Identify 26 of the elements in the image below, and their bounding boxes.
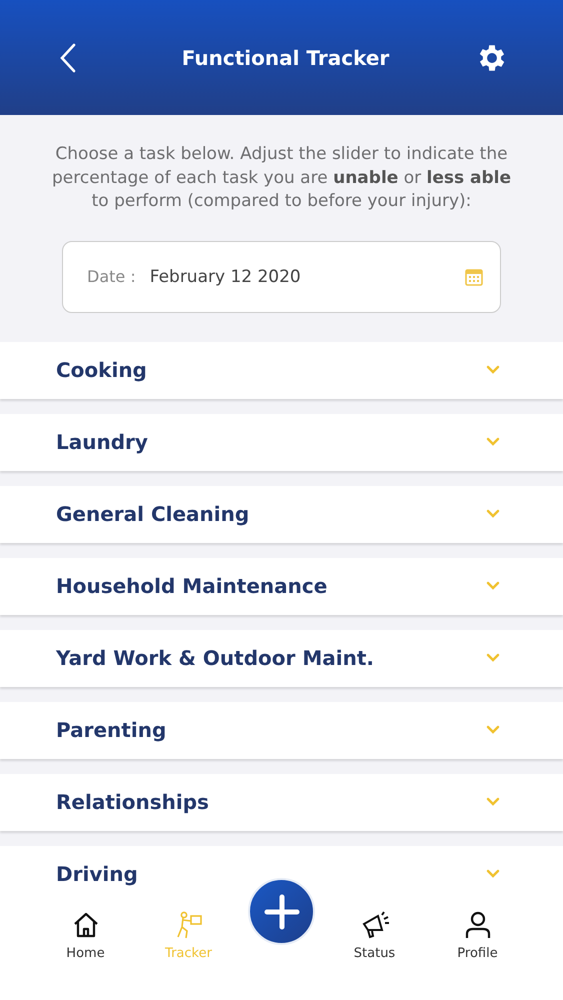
instructions-text: Choose a task below. Adjust the slider to indicate the percentage of each task you are unable or less able to perform (compared to before your injury): <box>50 143 512 213</box>
task-row[interactable]: Relationships <box>0 774 563 830</box>
task-row[interactable]: Driving <box>0 846 563 902</box>
chevron-icon <box>486 653 500 663</box>
task-row[interactable]: Yard Work & Outdoor Maint. <box>0 630 563 686</box>
megaphone-icon <box>360 910 390 940</box>
chevron-icon <box>486 797 500 807</box>
chevron-icon <box>486 365 500 375</box>
date-field[interactable]: Date : February 12 2020 <box>62 240 501 312</box>
task-row[interactable]: General Cleaning <box>0 486 563 542</box>
task-row[interactable]: Household Maintenance <box>0 558 563 614</box>
chevron-icon <box>486 509 500 519</box>
task-row[interactable]: Cooking <box>0 342 563 398</box>
calendar-icon <box>464 266 484 286</box>
chevron-icon <box>486 725 500 735</box>
plus-icon <box>264 894 300 930</box>
chevron-icon <box>486 581 500 591</box>
task-row[interactable]: Laundry <box>0 414 563 470</box>
nav-tab[interactable]: Home <box>46 900 126 1000</box>
task-row[interactable]: Parenting <box>0 702 563 758</box>
nav-tab[interactable]: Profile <box>438 900 518 1000</box>
page-title: Functional Tracker <box>182 46 390 70</box>
chevron-icon <box>486 437 500 447</box>
chevron-icon <box>486 869 500 879</box>
nav-tab[interactable]: Status <box>334 900 414 1000</box>
back-icon[interactable] <box>60 42 76 72</box>
